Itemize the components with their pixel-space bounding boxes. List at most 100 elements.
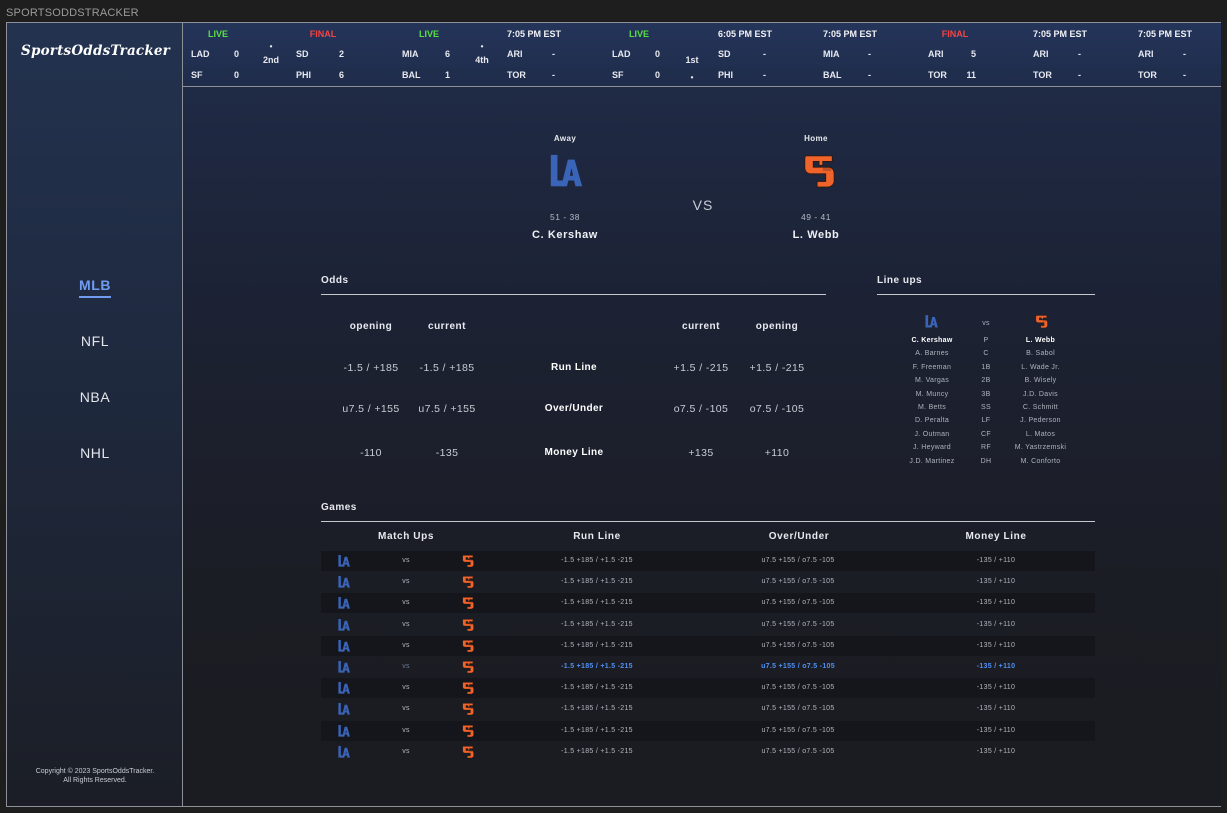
lineup-away-player[interactable]: J.D. Martinez bbox=[887, 458, 977, 465]
lineup-away-player[interactable]: J. Heyward bbox=[887, 444, 977, 451]
game-over-under[interactable]: u7.5 +155 / o7.5 -105 bbox=[738, 599, 858, 606]
lineup-away-player[interactable]: D. Peralta bbox=[887, 417, 977, 424]
game-row[interactable]: vs -1.5 +185 / +1.5 -215 u7.5 +155 / o7.5 … bbox=[321, 615, 1095, 635]
odds-away-opening[interactable]: -1.5 / +185 bbox=[331, 362, 411, 374]
game-over-under[interactable]: u7.5 +155 / o7.5 -105 bbox=[738, 663, 858, 670]
game-run-line[interactable]: -1.5 +185 / +1.5 -215 bbox=[537, 557, 657, 564]
odds-away-current[interactable]: -1.5 / +185 bbox=[407, 362, 487, 374]
game-money-line[interactable]: -135 / +110 bbox=[946, 578, 1046, 585]
odds-away-current[interactable]: -135 bbox=[407, 447, 487, 459]
lineup-away-player[interactable]: A. Barnes bbox=[887, 350, 977, 357]
ticker-game[interactable]: 7:05 PM EST ARI - TOR - bbox=[1130, 23, 1227, 87]
odds-title: Odds bbox=[321, 275, 349, 286]
game-over-under[interactable]: u7.5 +155 / o7.5 -105 bbox=[738, 642, 858, 649]
odds-home-opening[interactable]: +110 bbox=[737, 447, 817, 459]
nav-item-nba[interactable]: NBA bbox=[7, 389, 183, 405]
game-money-line[interactable]: -135 / +110 bbox=[946, 642, 1046, 649]
game-over-under[interactable]: u7.5 +155 / o7.5 -105 bbox=[738, 557, 858, 564]
lineup-away-player[interactable]: M. Betts bbox=[887, 404, 977, 411]
game-money-line[interactable]: -135 / +110 bbox=[946, 684, 1046, 691]
game-row[interactable]: vs -1.5 +185 / +1.5 -215 u7.5 +155 / o7.5 … bbox=[321, 593, 1095, 614]
giants-logo-icon bbox=[461, 596, 475, 610]
lineup-home-player[interactable]: L. Webb bbox=[993, 337, 1088, 344]
lineup-home-player[interactable]: L. Matos bbox=[993, 431, 1088, 438]
nav-item-mlb[interactable]: MLB bbox=[7, 277, 183, 298]
lineup-away-player[interactable]: C. Kershaw bbox=[887, 337, 977, 344]
game-run-line[interactable]: -1.5 +185 / +1.5 -215 bbox=[537, 642, 657, 649]
game-row[interactable]: vs -1.5 +185 / +1.5 -215 u7.5 +155 / o7.5 … bbox=[321, 678, 1095, 699]
odds-away-opening[interactable]: -110 bbox=[331, 447, 411, 459]
game-row[interactable]: vs -1.5 +185 / +1.5 -215 u7.5 +155 / o7.5 … bbox=[321, 742, 1095, 762]
lineup-home-player[interactable]: M. Yastrzemski bbox=[993, 444, 1088, 451]
away-team-abbr: MIA bbox=[823, 49, 840, 59]
game-run-line[interactable]: -1.5 +185 / +1.5 -215 bbox=[537, 621, 657, 628]
lineup-home-player[interactable]: M. Conforto bbox=[993, 458, 1088, 465]
game-run-line[interactable]: -1.5 +185 / +1.5 -215 bbox=[537, 727, 657, 734]
game-money-line[interactable]: -135 / +110 bbox=[946, 557, 1046, 564]
away-team-abbr: ARI bbox=[928, 49, 944, 59]
lineup-home-player[interactable]: B. Sabol bbox=[993, 350, 1088, 357]
game-money-line[interactable]: -135 / +110 bbox=[946, 621, 1046, 628]
game-over-under[interactable]: u7.5 +155 / o7.5 -105 bbox=[738, 578, 858, 585]
game-over-under[interactable]: u7.5 +155 / o7.5 -105 bbox=[738, 727, 858, 734]
lineup-home-player[interactable]: L. Wade Jr. bbox=[993, 364, 1088, 371]
game-row[interactable]: vs -1.5 +185 / +1.5 -215 u7.5 +155 / o7.5 … bbox=[321, 657, 1095, 677]
odds-home-current[interactable]: +1.5 / -215 bbox=[661, 362, 741, 374]
away-team-score: - bbox=[1183, 49, 1186, 59]
giants-logo-icon bbox=[461, 724, 475, 738]
home-pitcher[interactable]: L. Webb bbox=[766, 229, 866, 241]
game-money-line[interactable]: -135 / +110 bbox=[946, 663, 1046, 670]
main-content: Away 51 - 38 C. Kershaw VS Home 49 - 41 … bbox=[183, 87, 1221, 806]
lineup-away-player[interactable]: M. Muncy bbox=[887, 391, 977, 398]
game-row[interactable]: vs -1.5 +185 / +1.5 -215 u7.5 +155 / o7.5 … bbox=[321, 572, 1095, 592]
odds-away-opening[interactable]: u7.5 / +155 bbox=[331, 403, 411, 415]
lineup-away-player[interactable]: M. Vargas bbox=[887, 377, 977, 384]
odds-home-current[interactable]: o7.5 / -105 bbox=[661, 403, 741, 415]
odds-away-current[interactable]: u7.5 / +155 bbox=[407, 403, 487, 415]
lineup-away-player[interactable]: F. Freeman bbox=[887, 364, 977, 371]
app-logo[interactable]: SportsOddsTracker bbox=[21, 43, 170, 59]
game-over-under[interactable]: u7.5 +155 / o7.5 -105 bbox=[738, 684, 858, 691]
nav-label: MLB bbox=[78, 277, 112, 298]
odds-home-opening[interactable]: o7.5 / -105 bbox=[737, 403, 817, 415]
game-vs-label: vs bbox=[402, 726, 410, 734]
game-run-line[interactable]: -1.5 +185 / +1.5 -215 bbox=[537, 684, 657, 691]
game-row[interactable]: vs -1.5 +185 / +1.5 -215 u7.5 +155 / o7.5 … bbox=[321, 699, 1095, 719]
game-row[interactable]: vs -1.5 +185 / +1.5 -215 u7.5 +155 / o7.5 … bbox=[321, 551, 1095, 571]
games-divider bbox=[321, 521, 1095, 522]
away-pitcher[interactable]: C. Kershaw bbox=[515, 229, 615, 241]
game-run-line[interactable]: -1.5 +185 / +1.5 -215 bbox=[537, 599, 657, 606]
home-record: 49 - 41 bbox=[801, 212, 831, 222]
game-money-line[interactable]: -135 / +110 bbox=[946, 727, 1046, 734]
home-team-abbr: SF bbox=[191, 70, 203, 80]
games-header-over-under: Over/Under bbox=[768, 531, 830, 542]
game-run-line[interactable]: -1.5 +185 / +1.5 -215 bbox=[537, 748, 657, 755]
games-header-matchups: Match Ups bbox=[378, 531, 434, 542]
odds-home-opening[interactable]: +1.5 / -215 bbox=[737, 362, 817, 374]
lineup-home-player[interactable]: J. Pederson bbox=[993, 417, 1088, 424]
game-row[interactable]: vs -1.5 +185 / +1.5 -215 u7.5 +155 / o7.5 … bbox=[321, 635, 1095, 656]
game-vs-label: vs bbox=[402, 557, 410, 564]
game-run-line[interactable]: -1.5 +185 / +1.5 -215 bbox=[537, 705, 657, 712]
odds-home-current[interactable]: +135 bbox=[661, 447, 741, 459]
game-over-under[interactable]: u7.5 +155 / o7.5 -105 bbox=[738, 705, 858, 712]
lineup-home-player[interactable]: J.D. Davis bbox=[993, 391, 1088, 398]
nav-item-nfl[interactable]: NFL bbox=[7, 333, 183, 349]
dodgers-logo-icon bbox=[337, 702, 351, 716]
away-team-score: 6 bbox=[444, 49, 450, 59]
home-team-abbr: TOR bbox=[507, 70, 526, 80]
game-run-line[interactable]: -1.5 +185 / +1.5 -215 bbox=[537, 578, 657, 585]
game-run-line[interactable]: -1.5 +185 / +1.5 -215 bbox=[537, 663, 657, 670]
game-over-under[interactable]: u7.5 +155 / o7.5 -105 bbox=[738, 621, 858, 628]
nav-item-nhl[interactable]: NHL bbox=[7, 445, 183, 461]
game-over-under[interactable]: u7.5 +155 / o7.5 -105 bbox=[738, 748, 858, 755]
lineup-home-player[interactable]: C. Schmitt bbox=[993, 404, 1088, 411]
away-team-score: 2 bbox=[338, 49, 344, 59]
game-money-line[interactable]: -135 / +110 bbox=[946, 705, 1046, 712]
home-label: Home bbox=[804, 134, 828, 143]
game-money-line[interactable]: -135 / +110 bbox=[946, 599, 1046, 606]
game-money-line[interactable]: -135 / +110 bbox=[946, 748, 1046, 755]
lineup-home-player[interactable]: B. Wisely bbox=[993, 377, 1088, 384]
lineup-away-player[interactable]: J. Outman bbox=[887, 431, 977, 438]
game-row[interactable]: vs -1.5 +185 / +1.5 -215 u7.5 +155 / o7.5 … bbox=[321, 720, 1095, 741]
